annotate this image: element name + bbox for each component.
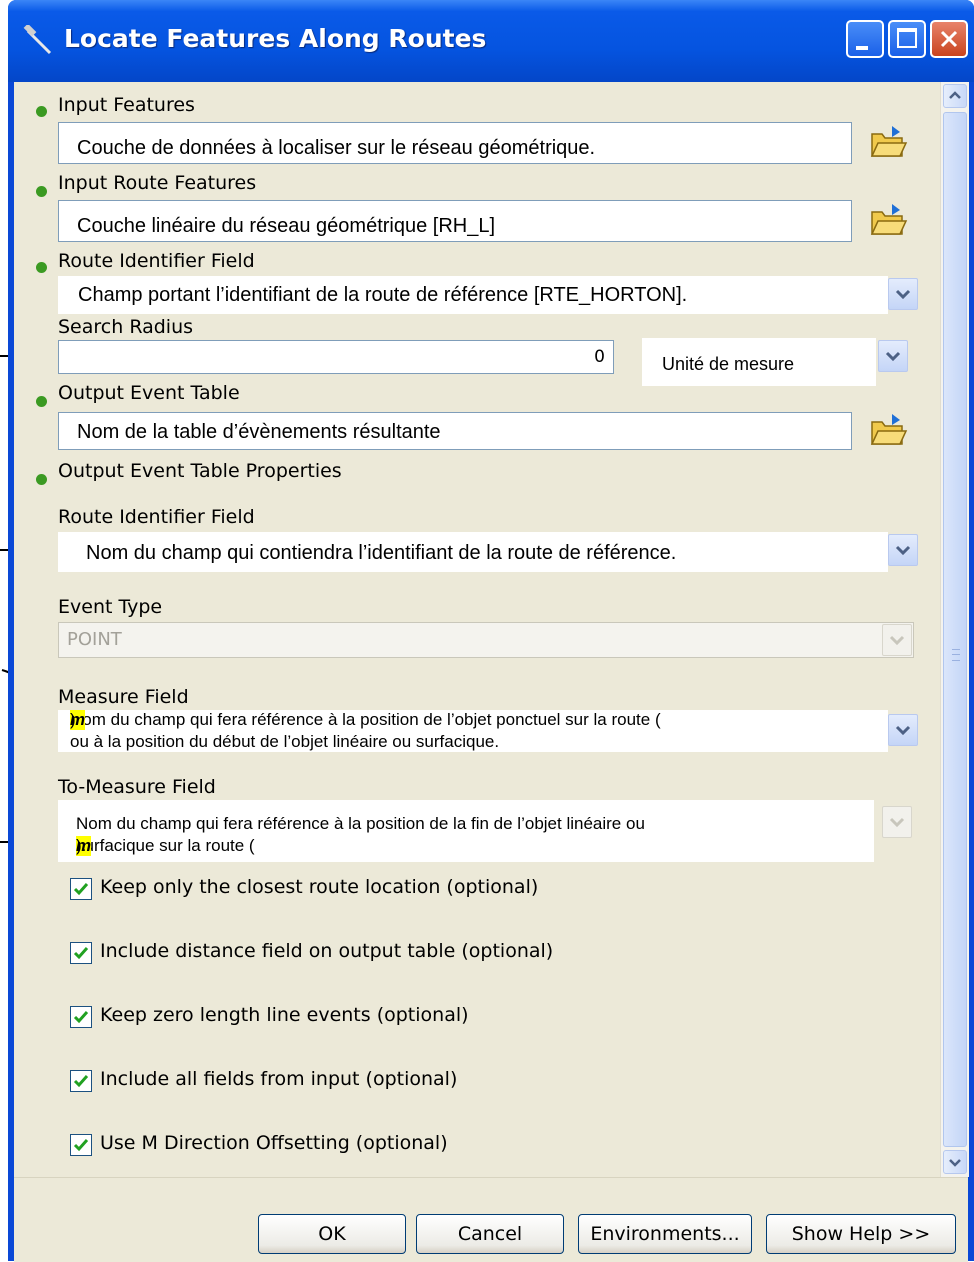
input-route-features-field[interactable]: Couche linéaire du réseau géométrique [R… bbox=[58, 200, 852, 242]
to-measure-field-text-line1: Nom du champ qui fera référence à la pos… bbox=[76, 814, 645, 833]
parameters-panel: Input Features Couche de données à local… bbox=[14, 82, 940, 1177]
checkbox-include-distance[interactable] bbox=[70, 942, 92, 964]
dialog-window: Locate Features Along Routes Input Featu… bbox=[8, 0, 974, 1262]
search-radius-input[interactable]: 0 bbox=[58, 340, 614, 374]
chevron-down-icon bbox=[895, 545, 911, 556]
chevron-down-icon bbox=[895, 289, 911, 300]
output-event-table-label: Output Event Table bbox=[58, 382, 240, 404]
keep-zero-length-label[interactable]: Keep zero length line events (optional) bbox=[100, 1004, 469, 1026]
checkbox-include-all-fields[interactable] bbox=[70, 1070, 92, 1092]
include-distance-label[interactable]: Include distance field on output table (… bbox=[100, 940, 553, 962]
event-route-identifier-field-label: Route Identifier Field bbox=[58, 506, 255, 528]
m-direction-offsetting-label[interactable]: Use M Direction Offsetting (optional) bbox=[100, 1132, 448, 1154]
vertical-scrollbar[interactable] bbox=[940, 82, 969, 1177]
close-button[interactable] bbox=[930, 20, 968, 58]
dialog-buttons: OK Cancel Environments... Show Help >> bbox=[14, 1177, 968, 1262]
measure-field-text-line1: Nom du champ qui fera référence à la pos… bbox=[70, 710, 661, 729]
close-icon bbox=[940, 30, 958, 48]
browse-input-features-button[interactable] bbox=[866, 122, 910, 162]
route-identifier-field-select[interactable]: Champ portant l’identifiant de la route … bbox=[58, 276, 888, 314]
checkbox-keep-zero-length[interactable] bbox=[70, 1006, 92, 1028]
keep-closest-label[interactable]: Keep only the closest route location (op… bbox=[100, 876, 538, 898]
event-route-identifier-dropdown-button[interactable] bbox=[888, 534, 918, 566]
measure-field-select[interactable]: Nom du champ qui fera référence à la pos… bbox=[58, 710, 888, 752]
to-measure-field-text-line2: surfacique sur la route ( bbox=[76, 836, 255, 855]
required-dot-icon bbox=[36, 106, 47, 117]
event-type-label: Event Type bbox=[58, 596, 163, 618]
search-radius-label: Search Radius bbox=[58, 316, 194, 338]
output-event-table-field[interactable]: Nom de la table d’évènements résultante bbox=[58, 412, 852, 450]
input-route-features-label: Input Route Features bbox=[58, 172, 257, 194]
window-title: Locate Features Along Routes bbox=[64, 24, 487, 53]
measure-field-dropdown-button[interactable] bbox=[888, 714, 918, 746]
ok-button[interactable]: OK bbox=[258, 1214, 406, 1254]
scroll-thumb[interactable] bbox=[943, 112, 967, 1147]
chevron-down-icon bbox=[889, 817, 905, 828]
input-features-field[interactable]: Couche de données à localiser sur le rés… bbox=[58, 122, 852, 164]
route-identifier-field-label: Route Identifier Field bbox=[58, 250, 255, 272]
hammer-icon bbox=[23, 25, 52, 55]
show-help-button[interactable]: Show Help >> bbox=[766, 1214, 956, 1254]
to-measure-field-select[interactable]: Nom du champ qui fera référence à la pos… bbox=[58, 800, 874, 862]
checkmark-icon bbox=[73, 883, 89, 896]
scroll-up-button[interactable] bbox=[943, 84, 967, 108]
output-event-table-properties-label: Output Event Table Properties bbox=[58, 460, 342, 482]
checkbox-m-direction-offsetting[interactable] bbox=[70, 1134, 92, 1156]
event-type-select: POINT bbox=[58, 622, 914, 658]
event-type-dropdown-button bbox=[882, 624, 912, 656]
checkmark-icon bbox=[73, 1075, 89, 1088]
browse-output-event-table-button[interactable] bbox=[866, 410, 910, 450]
checkbox-keep-closest[interactable] bbox=[70, 878, 92, 900]
search-radius-unit-dropdown-button[interactable] bbox=[878, 340, 908, 372]
grip-icon bbox=[952, 649, 960, 661]
to-measure-field-dropdown-button[interactable] bbox=[882, 806, 912, 838]
chevron-down-icon bbox=[949, 1159, 961, 1167]
checkmark-icon bbox=[73, 947, 89, 960]
checkmark-icon bbox=[73, 1139, 89, 1152]
title-bar[interactable]: Locate Features Along Routes bbox=[8, 0, 974, 82]
minimize-button[interactable] bbox=[846, 20, 884, 58]
dialog-client: Input Features Couche de données à local… bbox=[14, 82, 969, 1262]
measure-field-label: Measure Field bbox=[58, 686, 189, 708]
maximize-button[interactable] bbox=[888, 20, 926, 58]
required-dot-icon bbox=[36, 474, 47, 485]
chevron-down-icon bbox=[885, 351, 901, 362]
input-features-label: Input Features bbox=[58, 94, 195, 116]
search-radius-unit-select[interactable]: Unité de mesure bbox=[642, 338, 876, 386]
event-route-identifier-field-select[interactable]: Nom du champ qui contiendra l’identifian… bbox=[58, 532, 888, 572]
include-all-fields-label[interactable]: Include all fields from input (optional) bbox=[100, 1068, 457, 1090]
minimize-icon bbox=[856, 46, 868, 50]
chevron-up-icon bbox=[949, 91, 961, 99]
checkmark-icon bbox=[73, 1011, 89, 1024]
measure-field-text-line2: ou à la position du début de l’objet lin… bbox=[70, 732, 500, 751]
chevron-down-icon bbox=[895, 725, 911, 736]
required-dot-icon bbox=[36, 396, 47, 407]
cancel-button[interactable]: Cancel bbox=[416, 1214, 564, 1254]
scroll-down-button[interactable] bbox=[943, 1150, 967, 1174]
browse-input-route-features-button[interactable] bbox=[866, 200, 910, 240]
route-identifier-dropdown-button[interactable] bbox=[888, 278, 918, 310]
chevron-down-icon bbox=[889, 635, 905, 646]
to-measure-field-label: To-Measure Field bbox=[58, 776, 216, 798]
required-dot-icon bbox=[36, 186, 47, 197]
required-dot-icon bbox=[36, 262, 47, 273]
environments-button[interactable]: Environments... bbox=[578, 1214, 752, 1254]
maximize-icon bbox=[897, 28, 917, 48]
